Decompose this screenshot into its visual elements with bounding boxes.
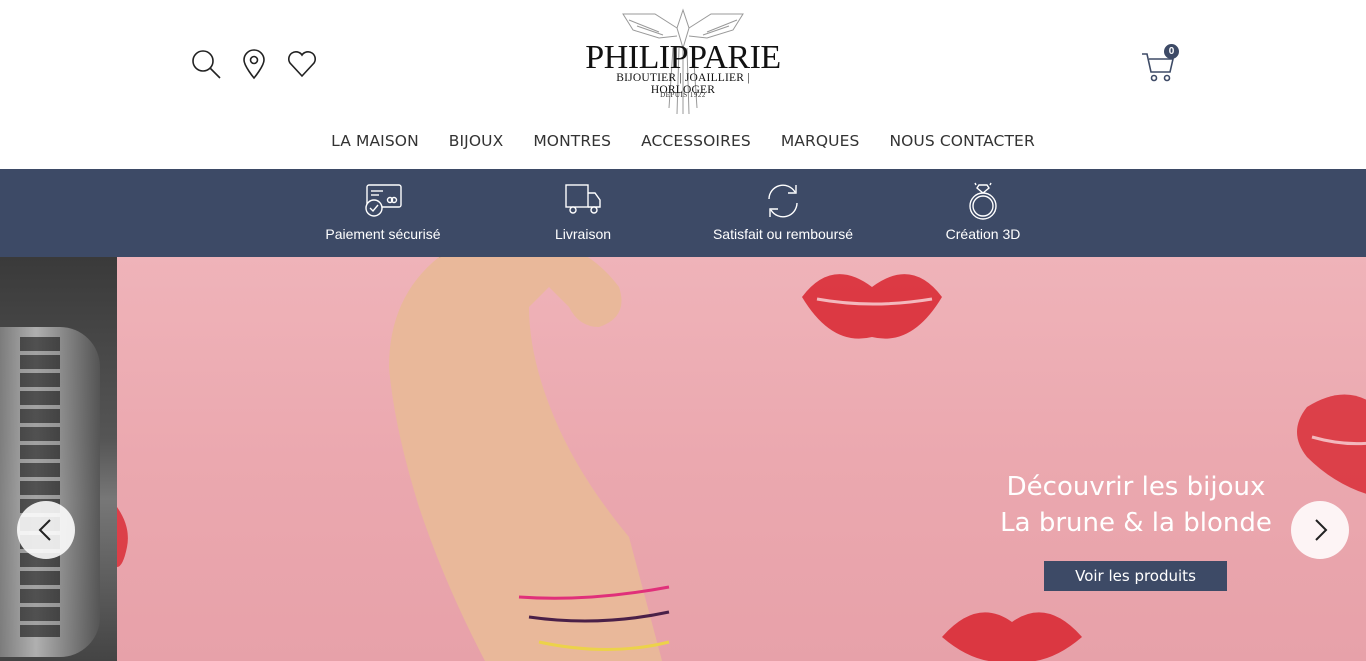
chevron-left-icon bbox=[38, 519, 51, 541]
nav-item-montres[interactable]: MONTRES bbox=[533, 132, 611, 150]
slide-title: Découvrir les bijoux La brune & la blond… bbox=[970, 469, 1302, 541]
search-icon[interactable] bbox=[190, 47, 222, 81]
site-header: PHILIPPARIE BIJOUTIER | JOAILLIER | HORL… bbox=[0, 0, 1366, 169]
current-slide-image bbox=[117, 257, 1366, 661]
lips-print-image bbox=[942, 612, 1082, 661]
reassurance-label: Paiement sécurisé bbox=[325, 226, 441, 242]
slide-title-line1: Découvrir les bijoux bbox=[1006, 472, 1266, 502]
brand-logo[interactable]: PHILIPPARIE BIJOUTIER | JOAILLIER | HORL… bbox=[583, 8, 783, 114]
logo-since: DEPUIS 1922 bbox=[660, 91, 706, 99]
refresh-icon bbox=[768, 184, 798, 218]
header-icons bbox=[190, 47, 318, 81]
chevron-right-icon bbox=[1315, 519, 1328, 541]
credit-card-icon bbox=[365, 184, 402, 217]
reassurance-refund[interactable]: Satisfait ou remboursé bbox=[683, 169, 883, 257]
slider-prev-button[interactable] bbox=[17, 501, 75, 559]
nav-item-la-maison[interactable]: LA MAISON bbox=[331, 132, 419, 150]
reassurance-bar: Paiement sécurisé Livraison Satisfait ou… bbox=[0, 169, 1366, 257]
reassurance-label: Création 3D bbox=[945, 226, 1021, 242]
nav-item-accessoires[interactable]: ACCESSOIRES bbox=[641, 132, 751, 150]
arm-with-bracelets-image bbox=[389, 257, 670, 661]
reassurance-label: Livraison bbox=[554, 226, 612, 242]
location-pin-icon[interactable] bbox=[238, 47, 270, 81]
nav-item-bijoux[interactable]: BIJOUX bbox=[449, 132, 504, 150]
truck-icon bbox=[565, 184, 601, 214]
main-nav: LA MAISON BIJOUX MONTRES ACCESSOIRES MAR… bbox=[0, 132, 1366, 150]
cart-button[interactable]: 0 bbox=[1140, 44, 1180, 84]
nav-item-marques[interactable]: MARQUES bbox=[781, 132, 860, 150]
heart-icon[interactable] bbox=[286, 47, 318, 81]
slider-next-button[interactable] bbox=[1291, 501, 1349, 559]
reassurance-label: Satisfait ou remboursé bbox=[712, 226, 854, 242]
reassurance-payment[interactable]: Paiement sécurisé bbox=[283, 169, 483, 257]
logo-name: PHILIPPARIE bbox=[585, 39, 781, 76]
hero-slider: Découvrir les bijoux La brune & la blond… bbox=[0, 257, 1366, 661]
reassurance-3d[interactable]: Création 3D bbox=[883, 169, 1083, 257]
nav-item-nous-contacter[interactable]: NOUS CONTACTER bbox=[889, 132, 1034, 150]
view-products-button[interactable]: Voir les produits bbox=[1044, 561, 1227, 591]
lips-print-image bbox=[117, 507, 128, 567]
ring-icon bbox=[969, 182, 997, 220]
slide-title-line2: La brune & la blonde bbox=[1000, 508, 1272, 538]
cart-count-badge: 0 bbox=[1164, 44, 1179, 59]
watch-strap-image bbox=[20, 337, 60, 637]
reassurance-delivery[interactable]: Livraison bbox=[483, 169, 683, 257]
previous-slide-image bbox=[0, 257, 117, 661]
lips-print-image bbox=[802, 274, 942, 339]
